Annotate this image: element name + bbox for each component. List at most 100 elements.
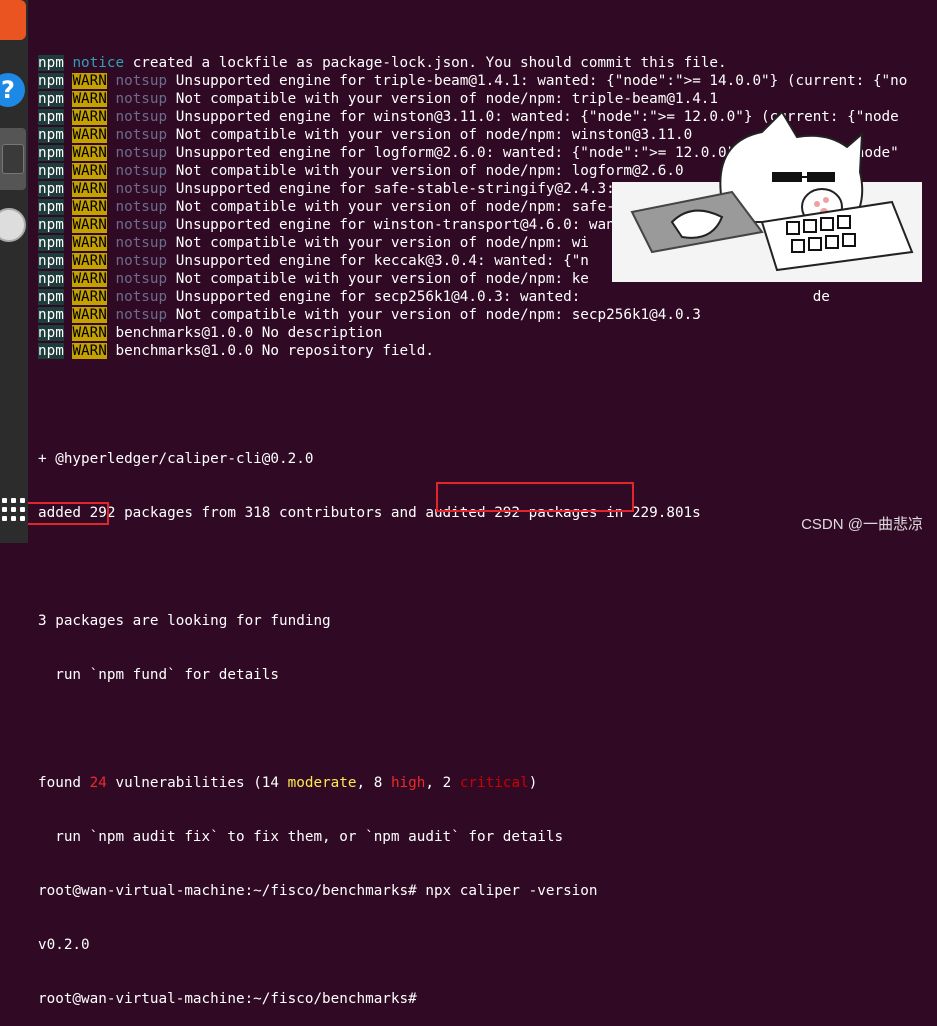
log-message: benchmarks@1.0.0 No repository field. [106, 343, 434, 359]
vuln-text: , 8 [356, 775, 391, 791]
warn-tag: WARN [72, 199, 107, 215]
notsup-code: notsup [115, 271, 168, 287]
csdn-watermark: CSDN @一曲悲凉 [801, 516, 923, 533]
warn-tag: WARN [72, 73, 107, 89]
notice-tag: notice [72, 55, 125, 71]
npm-log-line: npm WARN notsup Not compatible with your… [38, 90, 937, 108]
npm-prefix: npm [38, 55, 64, 71]
audit-fix-line: run `npm audit fix` to fix them, or `npm… [38, 829, 564, 845]
vuln-critical: critical [459, 775, 529, 791]
npm-prefix: npm [38, 145, 64, 161]
npm-log-line: npm WARN notsup Unsupported engine for s… [38, 288, 937, 306]
npm-prefix: npm [38, 343, 64, 359]
vuln-text: vulnerabilities (14 [106, 775, 288, 791]
npm-prefix: npm [38, 253, 64, 269]
npm-prefix: npm [38, 235, 64, 251]
warn-tag: WARN [72, 127, 107, 143]
app-center-icon[interactable] [0, 0, 26, 40]
npm-log-line: npm WARN notsup Not compatible with your… [38, 306, 937, 324]
vuln-moderate: moderate [287, 775, 357, 791]
installed-line: + @hyperledger/caliper-cli@0.2.0 [38, 451, 314, 467]
npm-prefix: npm [38, 109, 64, 125]
show-applications-icon[interactable] [0, 492, 26, 526]
notsup-code: notsup [115, 235, 168, 251]
warn-tag: WARN [72, 145, 107, 161]
npm-prefix: npm [38, 163, 64, 179]
warn-tag: WARN [72, 343, 107, 359]
npm-prefix: npm [38, 73, 64, 89]
warn-tag: WARN [72, 271, 107, 287]
terminal-icon[interactable] [0, 128, 26, 190]
warn-tag: WARN [72, 109, 107, 125]
warn-tag: WARN [72, 289, 107, 305]
log-message: created a lockfile as package-lock.json.… [124, 55, 727, 71]
npm-log-line: npm notice created a lockfile as package… [38, 54, 937, 72]
log-message: Not compatible with your version of node… [167, 163, 684, 179]
log-message: Not compatible with your version of node… [167, 235, 589, 251]
notsup-code: notsup [115, 307, 168, 323]
vuln-text: , 2 [425, 775, 460, 791]
notsup-code: notsup [115, 217, 168, 233]
command-line[interactable]: root@wan-virtual-machine:~/fisco/benchma… [38, 990, 937, 1008]
notsup-code: notsup [115, 253, 168, 269]
shell-prompt: root@wan-virtual-machine:~/fisco/benchma… [38, 991, 426, 1007]
notsup-code: notsup [115, 73, 168, 89]
launcher-dock: ? [0, 0, 28, 543]
npm-prefix: npm [38, 91, 64, 107]
npm-prefix: npm [38, 199, 64, 215]
warn-tag: WARN [72, 253, 107, 269]
warn-tag: WARN [72, 217, 107, 233]
warn-tag: WARN [72, 91, 107, 107]
notsup-code: notsup [115, 91, 168, 107]
vuln-text: found [38, 775, 90, 791]
npm-prefix: npm [38, 325, 64, 341]
cat-typing-illustration [630, 112, 914, 272]
warn-tag: WARN [72, 163, 107, 179]
command-highlight-box [436, 482, 634, 512]
npm-log-line: npm WARN benchmarks@1.0.0 No description [38, 324, 937, 342]
command-text: npx caliper -version [425, 883, 598, 899]
warn-tag: WARN [72, 235, 107, 251]
command-line: root@wan-virtual-machine:~/fisco/benchma… [38, 882, 937, 900]
vulnerabilities-line: found 24 vulnerabilities (14 moderate, 8… [38, 774, 937, 792]
notsup-code: notsup [115, 199, 168, 215]
warn-tag: WARN [72, 307, 107, 323]
npm-prefix: npm [38, 271, 64, 287]
npm-prefix: npm [38, 289, 64, 305]
log-message: Not compatible with your version of node… [167, 307, 701, 323]
warn-tag: WARN [72, 181, 107, 197]
log-message: Not compatible with your version of node… [167, 91, 719, 107]
shell-prompt: root@wan-virtual-machine:~/fisco/benchma… [38, 883, 426, 899]
disc-icon[interactable] [0, 200, 26, 250]
log-message: benchmarks@1.0.0 No description [106, 325, 383, 341]
help-icon[interactable]: ? [0, 68, 26, 112]
funding-details-line: run `npm fund` for details [38, 667, 280, 683]
npm-prefix: npm [38, 181, 64, 197]
npm-log-line: npm WARN notsup Unsupported engine for t… [38, 72, 937, 90]
notsup-code: notsup [115, 127, 168, 143]
notsup-code: notsup [115, 109, 168, 125]
log-message: Not compatible with your version of node… [167, 271, 589, 287]
npm-prefix: npm [38, 217, 64, 233]
notsup-code: notsup [115, 145, 168, 161]
funding-line: 3 packages are looking for funding [38, 613, 331, 629]
vuln-text: ) [528, 775, 538, 791]
notsup-code: notsup [115, 163, 168, 179]
notsup-code: notsup [115, 181, 168, 197]
npm-prefix: npm [38, 127, 64, 143]
cat-meme-sticker [612, 112, 922, 282]
npm-prefix: npm [38, 307, 64, 323]
vuln-count: 24 [89, 775, 107, 791]
vuln-high: high [390, 775, 426, 791]
version-output: v0.2.0 [38, 937, 90, 953]
log-message: Not compatible with your version of node… [167, 199, 667, 215]
npm-log-line: npm WARN benchmarks@1.0.0 No repository … [38, 342, 937, 360]
notsup-code: notsup [115, 289, 168, 305]
version-highlight-box [19, 502, 109, 525]
log-message: Unsupported engine for triple-beam@1.4.1… [167, 73, 908, 89]
log-message: Unsupported engine for secp256k1@4.0.3: … [167, 289, 830, 305]
warn-tag: WARN [72, 325, 107, 341]
